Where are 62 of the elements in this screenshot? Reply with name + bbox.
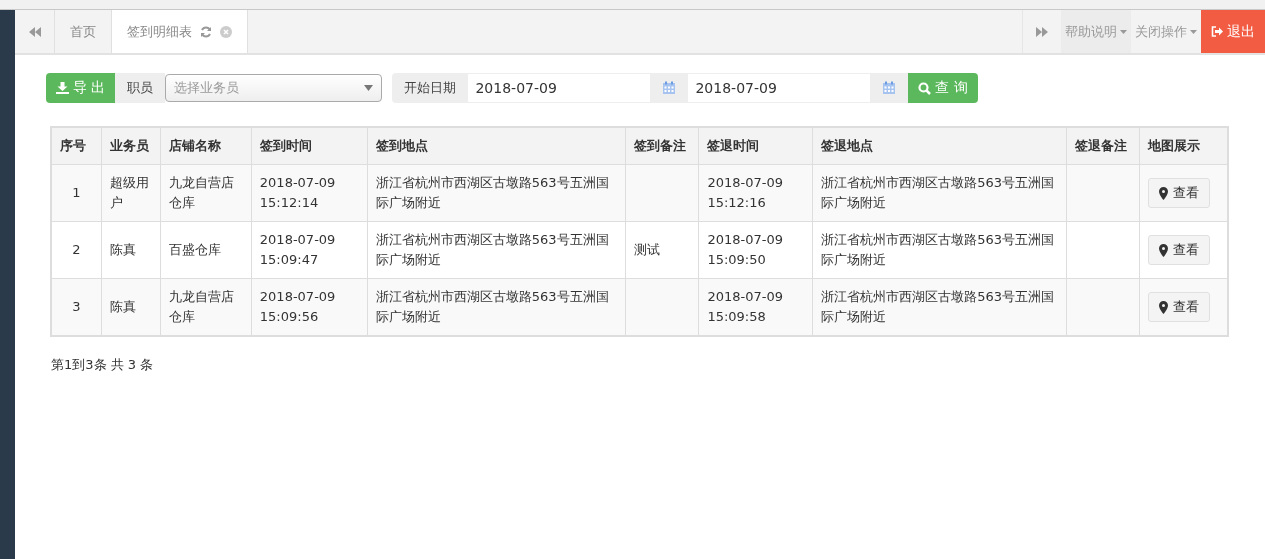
fast-forward-icon[interactable] [1036,26,1048,37]
pagination-info: 第1到3条 共 3 条 [51,356,155,374]
table-cell: 超级用户 [101,164,161,222]
column-header: 店铺名称 [160,127,252,165]
table-cell: 2 [51,221,102,279]
staff-label: 职员 [115,73,166,103]
column-header: 业务员 [101,127,161,165]
table-cell: 2018-07-09 15:09:50 [698,221,813,279]
export-button[interactable]: 导 出 [46,73,116,103]
table-cell: 浙江省杭州市西湖区古墩路563号五洲国际广场附近 [367,164,626,222]
table-cell: 浙江省杭州市西湖区古墩路563号五洲国际广场附近 [812,164,1067,222]
column-header: 序号 [51,127,102,165]
map-pin-icon [1158,243,1168,257]
map-pin-icon [1158,186,1168,200]
column-header: 签到地点 [367,127,626,165]
sign-out-icon [1211,26,1223,37]
table-cell: 测试 [625,221,699,279]
rewind-icon[interactable] [28,26,41,37]
column-header: 签退备注 [1066,127,1140,165]
logout-button[interactable]: 退出 [1201,10,1265,53]
table-cell: 百盛仓库 [160,221,252,279]
column-header: 签到时间 [251,127,368,165]
column-header: 签到备注 [625,127,699,165]
column-header: 地图展示 [1139,127,1228,165]
table-cell: 2018-07-09 15:12:14 [251,164,368,222]
table-cell: 2018-07-09 15:12:16 [698,164,813,222]
caret-icon [364,85,374,91]
tab[interactable]: 签到明细表 [112,10,248,53]
end-date-field[interactable]: 2018-07-09 [688,73,871,103]
table-cell: 九龙自营店仓库 [160,164,252,222]
table-cell: 陈真 [101,221,161,279]
table-cell: 3 [51,278,102,336]
help-menu[interactable]: 帮助说明 [1061,10,1131,53]
refresh-icon[interactable] [200,25,212,38]
download-icon [56,82,69,94]
table-cell: 浙江省杭州市西湖区古墩路563号五洲国际广场附近 [812,221,1067,279]
start-date-field[interactable]: 2018-07-09 [468,73,651,103]
table-cell: 1 [51,164,102,222]
column-header: 签退时间 [698,127,813,165]
table-cell: 2018-07-09 15:09:56 [251,278,368,336]
calendar-icon[interactable] [662,81,677,95]
table-cell: 2018-07-09 15:09:47 [251,221,368,279]
table-cell: 九龙自营店仓库 [160,278,252,336]
start-date-label: 开始日期 [392,73,469,103]
staff-select[interactable]: 选择业务员 [165,74,383,102]
view-button[interactable]: 查看 [1147,178,1210,208]
table-cell: 浙江省杭州市西湖区古墩路563号五洲国际广场附近 [367,221,626,279]
query-button[interactable]: 查 询 [908,73,978,103]
table-cell: 浙江省杭州市西湖区古墩路563号五洲国际广场附近 [812,278,1067,336]
caret-icon [1120,29,1127,34]
map-pin-icon [1158,300,1168,314]
search-icon [918,81,932,95]
table-cell: 陈真 [101,278,161,336]
table-cell: 2018-07-09 15:09:58 [698,278,813,336]
table-cell: 浙江省杭州市西湖区古墩路563号五洲国际广场附近 [367,278,626,336]
caret-icon [1190,29,1197,34]
column-header: 签退地点 [812,127,1067,165]
view-button[interactable]: 查看 [1147,235,1210,265]
close-icon[interactable] [220,25,232,38]
close-operations-menu[interactable]: 关闭操作 [1131,10,1201,53]
calendar-icon[interactable] [882,81,897,95]
view-button[interactable]: 查看 [1147,292,1210,322]
